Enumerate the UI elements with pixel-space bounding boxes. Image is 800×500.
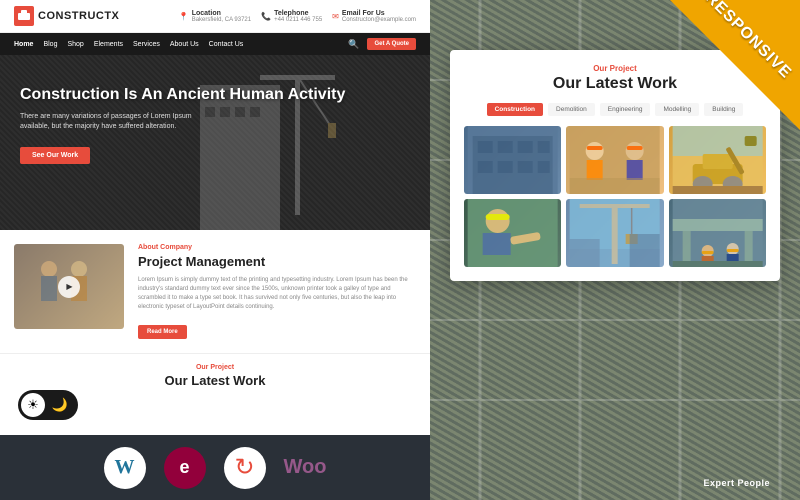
about-title: Project Management bbox=[138, 254, 416, 270]
right-panel: Our Project Our Latest Work Construction… bbox=[430, 0, 800, 500]
logo-text: CONSTRUCTX bbox=[38, 10, 119, 22]
expert-label: Expert People bbox=[703, 478, 770, 488]
telephone-val: +44 0211 446 755 bbox=[274, 17, 322, 23]
search-icon[interactable]: 🔍 bbox=[348, 39, 359, 50]
location-info: 📍 Location Bakersfield, CA 93721 bbox=[179, 10, 251, 23]
header-info: 📍 Location Bakersfield, CA 93721 📞 Telep… bbox=[179, 10, 416, 23]
portfolio-scene-3 bbox=[669, 126, 766, 194]
filter-tab-engineering[interactable]: Engineering bbox=[600, 103, 651, 116]
about-label: About Company bbox=[138, 244, 416, 251]
filter-tab-demolition[interactable]: Demolition bbox=[548, 103, 595, 116]
hero-content: Construction Is An Ancient Human Activit… bbox=[20, 85, 345, 164]
bottom-section: Our Project Our Latest Work bbox=[0, 353, 430, 394]
portfolio-grid bbox=[464, 126, 766, 267]
theme-toggle[interactable]: ☀ 🌙 bbox=[18, 390, 78, 420]
email-info: ✉ Email For Us Constructon@example.com bbox=[332, 10, 416, 23]
logo-area: CONSTRUCTX bbox=[14, 6, 119, 26]
nav-about[interactable]: About Us bbox=[170, 41, 199, 48]
bottom-section-label: Our Project bbox=[14, 364, 416, 371]
bottom-section-title: Our Latest Work bbox=[14, 373, 416, 388]
portfolio-scene-5 bbox=[566, 199, 663, 267]
nav-services[interactable]: Services bbox=[133, 41, 160, 48]
woocommerce-text: Woo bbox=[284, 456, 327, 479]
nav-right: 🔍 Get A Quote bbox=[348, 38, 416, 50]
about-section: About Company Project Management Lorem I… bbox=[0, 230, 430, 353]
nav-shop[interactable]: Shop bbox=[67, 41, 83, 48]
nav-contact[interactable]: Contact Us bbox=[209, 41, 244, 48]
site-nav: Home Blog Shop Elements Services About U… bbox=[0, 33, 430, 55]
get-quote-button[interactable]: Get A Quote bbox=[367, 38, 416, 50]
portfolio-scene-1 bbox=[464, 126, 561, 194]
portfolio-scene-4 bbox=[464, 199, 561, 267]
plugin-bar: W e ↻ Woo bbox=[0, 435, 430, 500]
elementor-icon: e bbox=[164, 447, 206, 489]
wordpress-icon: W bbox=[104, 447, 146, 489]
email-label: Email For Us bbox=[342, 10, 416, 17]
telephone-info: 📞 Telephone +44 0211 446 755 bbox=[261, 10, 322, 23]
about-scene-svg bbox=[19, 254, 114, 324]
portfolio-item-6[interactable] bbox=[669, 199, 766, 267]
portfolio-item-3[interactable] bbox=[669, 126, 766, 194]
email-icon: ✉ bbox=[332, 12, 339, 21]
about-cta-button[interactable]: Read More bbox=[138, 325, 187, 339]
hero-section: Construction Is An Ancient Human Activit… bbox=[0, 55, 430, 230]
telephone-label: Telephone bbox=[274, 10, 322, 17]
portfolio-scene-6 bbox=[669, 199, 766, 267]
about-image[interactable] bbox=[14, 244, 124, 329]
sync-icon: ↻ bbox=[224, 447, 266, 489]
nav-links: Home Blog Shop Elements Services About U… bbox=[14, 41, 243, 48]
about-description: Lorem Ipsum is simply dummy text of the … bbox=[138, 276, 416, 312]
filter-tab-construction[interactable]: Construction bbox=[487, 103, 543, 116]
nav-home[interactable]: Home bbox=[14, 41, 33, 48]
nav-elements[interactable]: Elements bbox=[94, 41, 123, 48]
portfolio-item-2[interactable] bbox=[566, 126, 663, 194]
about-text: About Company Project Management Lorem I… bbox=[138, 244, 416, 339]
portfolio-item-1[interactable] bbox=[464, 126, 561, 194]
light-mode-button[interactable]: ☀ bbox=[21, 393, 45, 417]
portfolio-scene-2 bbox=[566, 126, 663, 194]
hero-title: Construction Is An Ancient Human Activit… bbox=[20, 85, 345, 104]
hero-subtitle: There are many variations of passages of… bbox=[20, 112, 220, 132]
portfolio-item-4[interactable] bbox=[464, 199, 561, 267]
telephone-icon: 📞 bbox=[261, 12, 271, 21]
location-icon: 📍 bbox=[179, 12, 189, 21]
nav-blog[interactable]: Blog bbox=[43, 41, 57, 48]
responsive-banner: RESPONSIVE bbox=[665, 0, 800, 135]
portfolio-item-5[interactable] bbox=[566, 199, 663, 267]
left-panel: CONSTRUCTX 📍 Location Bakersfield, CA 93… bbox=[0, 0, 430, 500]
location-label: Location bbox=[192, 10, 251, 17]
location-val: Bakersfield, CA 93721 bbox=[192, 17, 251, 23]
hero-cta-button[interactable]: See Our Work bbox=[20, 147, 90, 164]
logo-icon bbox=[14, 6, 34, 26]
email-val: Constructon@example.com bbox=[342, 17, 416, 23]
site-header: CONSTRUCTX 📍 Location Bakersfield, CA 93… bbox=[0, 0, 430, 33]
dark-mode-button[interactable]: 🌙 bbox=[48, 393, 72, 417]
